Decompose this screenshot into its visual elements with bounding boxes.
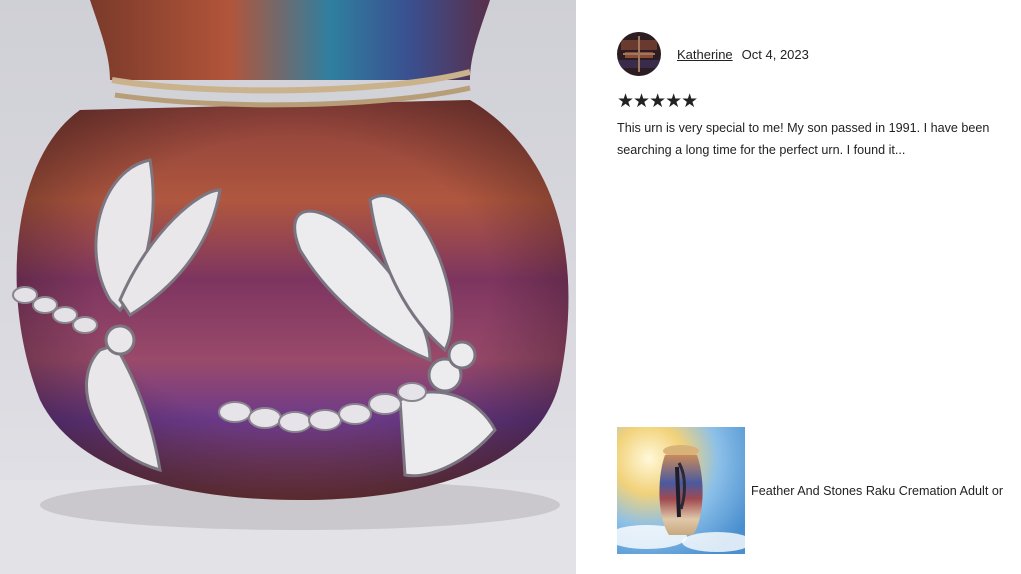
review-header: Katherine Oct 4, 2023: [617, 32, 1017, 76]
review-text: This urn is very special to me! My son p…: [617, 121, 990, 157]
review-date: Oct 4, 2023: [741, 46, 809, 62]
star-rating: ★★★★★: [617, 91, 698, 112]
review-card: Katherine Oct 4, 2023 ★★★★★ This urn is …: [617, 32, 1017, 161]
avatar[interactable]: [617, 32, 661, 76]
listing-title[interactable]: Feather And Stones Raku Cremation Adult …: [751, 484, 1021, 498]
listing-thumbnail[interactable]: [617, 427, 745, 554]
reviewer-name-link[interactable]: Katherine: [677, 47, 733, 62]
product-photo[interactable]: [0, 0, 576, 574]
listing-link[interactable]: Feather And Stones Raku Cremation Adult …: [617, 427, 1021, 554]
